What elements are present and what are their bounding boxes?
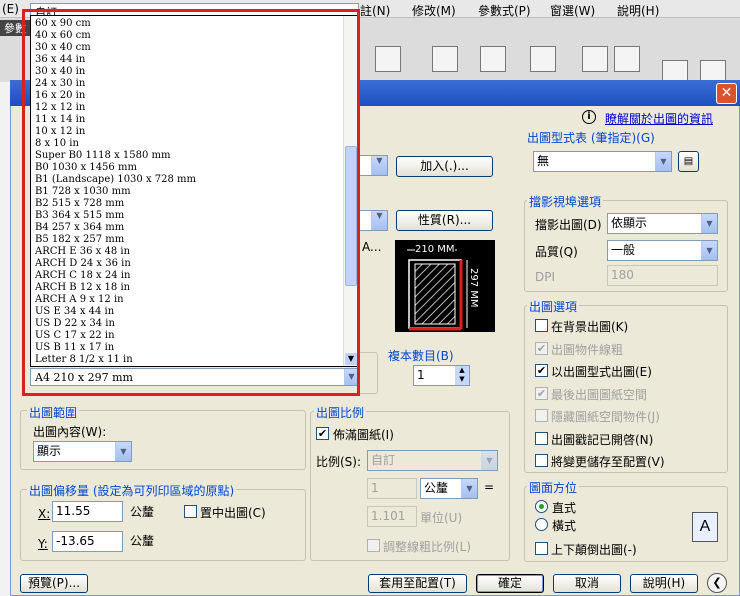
- info-icon: i: [582, 110, 596, 124]
- scale-denominator-input[interactable]: 1.101: [367, 506, 417, 527]
- help-button[interactable]: 說明(H): [630, 574, 698, 593]
- plot-area-title: 出圖範圍: [27, 404, 80, 421]
- plot-option-checkbox[interactable]: ✔: [535, 386, 548, 400]
- upside-down-checkbox[interactable]: [535, 542, 548, 555]
- offset-x-unit: 公釐: [130, 505, 155, 519]
- plot-option-checkbox[interactable]: ✔: [535, 341, 548, 355]
- plot-option-label: 最後出圖圖紙空間: [551, 387, 648, 402]
- scale-combo[interactable]: 自訂 ▼: [367, 450, 498, 471]
- orientation-preview-icon: A: [692, 512, 718, 542]
- plot-option-label: 出圖戳記已開啓(N): [551, 432, 654, 447]
- offset-x-label: X:: [38, 507, 51, 521]
- quality-label: 品質(Q): [535, 245, 578, 259]
- cancel-button[interactable]: 取消: [553, 574, 621, 593]
- offset-y-label: Y:: [38, 537, 48, 551]
- fit-to-paper-checkbox[interactable]: ✔: [316, 427, 329, 440]
- scale-lineweight-checkbox[interactable]: [367, 539, 380, 552]
- collapse-chevron-icon[interactable]: ❮: [707, 573, 727, 593]
- center-plot-checkbox[interactable]: [184, 505, 197, 518]
- plotter-info-ellipsis: A...: [362, 240, 382, 254]
- scale-units-label: 單位(U): [420, 511, 463, 525]
- dpi-label: DPI: [535, 270, 556, 284]
- highlight-frame: [22, 9, 360, 396]
- plot-option-checkbox[interactable]: [535, 409, 548, 422]
- orientation-title: 圖面方位: [527, 479, 580, 496]
- plot-style-title: 出圖型式表 (筆指定)(G): [527, 131, 655, 145]
- preview-button[interactable]: 預覽(P)...: [20, 574, 88, 593]
- preview-width-label: 210 MM: [415, 244, 455, 255]
- copies-spinner[interactable]: ▲ ▼: [455, 366, 469, 385]
- menu-modify[interactable]: 修改(M): [412, 2, 456, 19]
- shaded-title: 擋影視埠選項: [527, 193, 604, 210]
- plot-what-label: 出圖內容(W):: [33, 425, 107, 439]
- plot-option-label: 出圖物件線粗: [551, 342, 624, 357]
- offset-y-unit: 公釐: [130, 534, 155, 548]
- scale-numerator-input[interactable]: 1: [367, 478, 417, 499]
- menu-edit[interactable]: (E): [2, 2, 19, 16]
- plot-scale-title: 出圖比例: [314, 404, 367, 421]
- plot-option-checkbox[interactable]: ✔: [535, 364, 548, 377]
- ribbon-block-icon[interactable]: [530, 46, 556, 72]
- ribbon-layout-icon[interactable]: [614, 46, 640, 72]
- scale-equals: =: [484, 480, 495, 494]
- plot-option-label: 將變更儲存至配置(V): [551, 455, 665, 469]
- menu-help[interactable]: 說明(H): [617, 2, 659, 19]
- ok-button[interactable]: 確定: [476, 574, 544, 593]
- plot-option-checkbox[interactable]: [535, 319, 548, 332]
- upside-down-label: 上下顛倒出圖(-): [551, 543, 637, 557]
- scale-unit-combo[interactable]: 公釐 ▼: [420, 478, 478, 499]
- scale-lineweight-label: 調整線粗比例(L): [383, 540, 472, 554]
- fit-to-paper-label: 佈滿圖紙(I): [333, 428, 394, 442]
- plot-option-label: 以出圖型式出圖(E): [551, 365, 652, 379]
- plot-style-edit-button[interactable]: ▤: [678, 151, 699, 172]
- add-button[interactable]: 加入(.)...: [396, 156, 493, 177]
- plotter-combo[interactable]: ▼: [358, 210, 388, 231]
- ribbon-window-icon[interactable]: [582, 46, 608, 72]
- plot-option-label: 隱藏圖紙空間物件(J): [551, 410, 660, 424]
- paper-size-group-edge: [358, 352, 378, 394]
- copies-input[interactable]: 1 ▲ ▼: [413, 365, 470, 386]
- quality-combo[interactable]: 一般 ▼: [607, 240, 718, 261]
- shade-combo[interactable]: 依顯示 ▼: [607, 213, 718, 234]
- plot-option-checkbox[interactable]: [535, 454, 548, 467]
- copies-label: 複本數目(B): [388, 349, 454, 363]
- center-plot-label: 置中出圖(C): [200, 506, 266, 520]
- plot-options-title: 出圖選項: [527, 298, 580, 315]
- landscape-label: 橫式: [552, 519, 577, 533]
- printer-combo[interactable]: ▼: [358, 155, 388, 176]
- portrait-radio[interactable]: [535, 500, 548, 513]
- ribbon-grid-icon[interactable]: [375, 46, 401, 72]
- offset-y-input[interactable]: -13.65: [52, 531, 123, 552]
- ribbon-eraser-icon[interactable]: [480, 46, 506, 72]
- plot-what-combo[interactable]: 顯示 ▼: [33, 441, 132, 462]
- portrait-label: 直式: [552, 501, 577, 515]
- plot-option-checkbox[interactable]: [535, 431, 548, 445]
- menu-window[interactable]: 窗選(W): [550, 2, 595, 19]
- ribbon-align-icon[interactable]: [432, 46, 458, 72]
- close-button[interactable]: ✕: [716, 83, 737, 104]
- properties-button[interactable]: 性質(R)...: [396, 210, 493, 231]
- preview-height-label: 297 MM: [468, 268, 479, 308]
- landscape-radio[interactable]: [535, 518, 548, 531]
- offset-x-input[interactable]: 11.55: [52, 501, 123, 522]
- info-link[interactable]: 瞭解關於出圖的資訊: [605, 110, 713, 127]
- menu-annotate[interactable]: 註(N): [360, 2, 390, 19]
- plot-offset-title: 出圖偏移量 (設定為可列印區域的原點): [27, 482, 237, 499]
- plot-option-label: 在背景出圖(K): [551, 320, 629, 334]
- menu-parametric[interactable]: 參數式(P): [478, 2, 531, 19]
- scale-label: 比例(S):: [316, 455, 362, 469]
- dpi-input[interactable]: 180: [607, 265, 718, 286]
- apply-to-layout-button[interactable]: 套用至配置(T): [368, 574, 467, 593]
- plot-style-combo[interactable]: 無 ▼: [533, 151, 672, 172]
- shade-label: 擋影出圖(D): [535, 218, 602, 232]
